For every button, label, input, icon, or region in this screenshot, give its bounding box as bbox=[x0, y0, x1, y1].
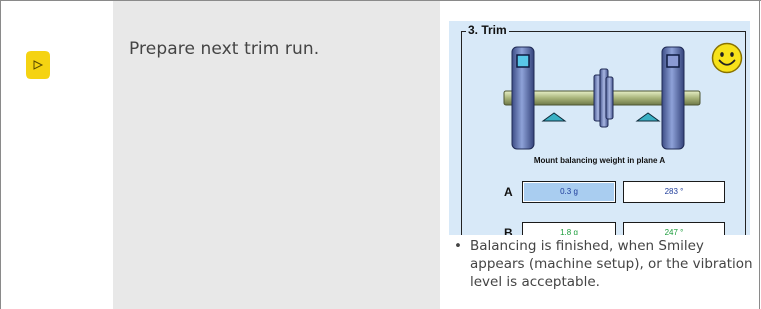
trim-screen: 3. Trim Mount balancing weight in plane … bbox=[449, 21, 750, 235]
right-sensor-icon bbox=[666, 54, 680, 68]
step-icon-column bbox=[1, 1, 113, 309]
plane-b-angle[interactable]: 247 ° bbox=[623, 222, 725, 235]
plane-b-marker bbox=[635, 112, 661, 122]
play-icon[interactable] bbox=[25, 50, 51, 80]
step-image-column: 3. Trim Mount balancing weight in plane … bbox=[440, 1, 759, 309]
step-text-column: Prepare next trim run. bbox=[113, 1, 440, 309]
trim-instruction: Mount balancing weight in plane A bbox=[533, 156, 666, 165]
plane-a-angle[interactable]: 283 ° bbox=[623, 181, 725, 203]
right-divider bbox=[759, 0, 760, 309]
rotor-disk-inner bbox=[605, 76, 614, 120]
plane-b-weight[interactable]: 1.8 g bbox=[522, 222, 616, 235]
plane-a-marker bbox=[541, 112, 567, 122]
left-sensor-icon bbox=[516, 54, 530, 68]
plane-a-label: A bbox=[504, 185, 513, 199]
plane-a-weight[interactable]: 0.3 g bbox=[522, 181, 616, 203]
plane-b-label: B bbox=[504, 226, 513, 235]
trim-title: 3. Trim bbox=[466, 23, 509, 37]
step-instruction: Prepare next trim run. bbox=[129, 39, 320, 59]
note-bullet: • bbox=[454, 238, 462, 254]
smiley-icon bbox=[711, 42, 743, 74]
note-text: Balancing is finished, when Smiley appea… bbox=[470, 238, 753, 290]
rotor-illustration bbox=[503, 46, 701, 150]
